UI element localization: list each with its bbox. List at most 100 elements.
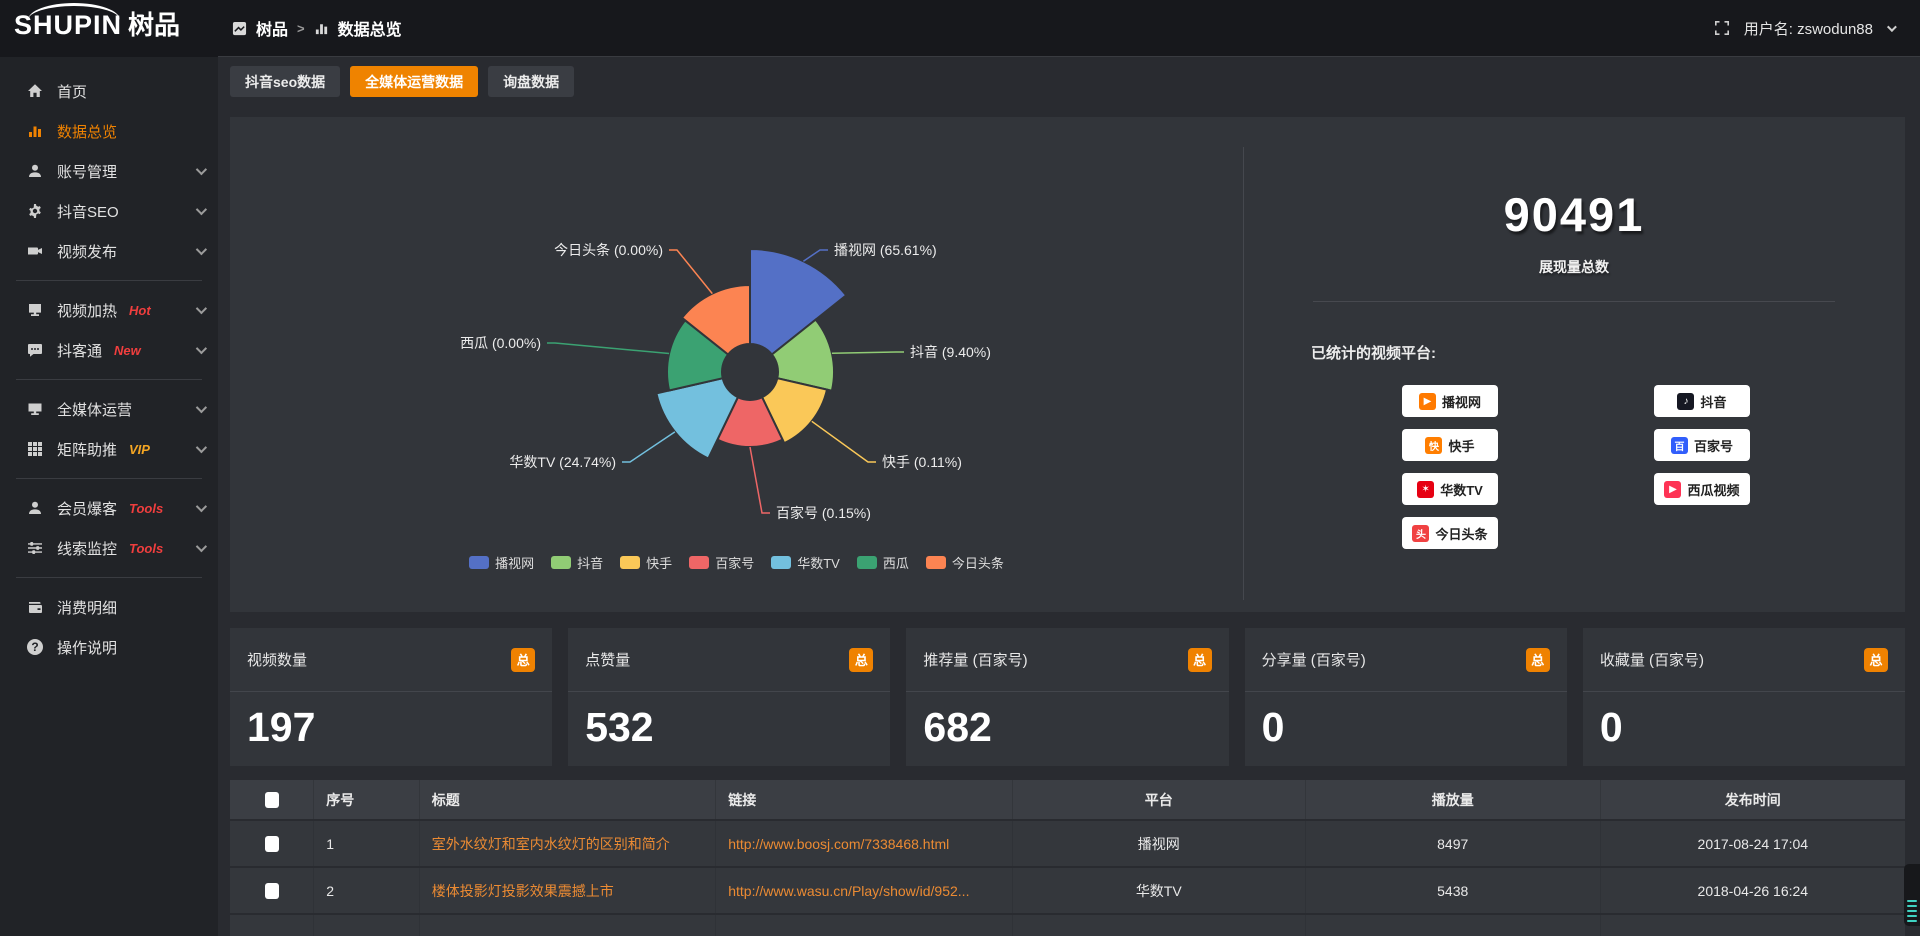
xigua-logo-icon: ▶ [1664,481,1681,498]
sidebar-divider [16,577,202,578]
sidebar-item-douyin-seo[interactable]: 抖音SEO [0,191,218,231]
sidebar-item-douketong[interactable]: 抖客通 New [0,330,218,370]
legend-swatch [926,556,946,569]
breadcrumb-current[interactable]: 数据总览 [338,16,402,40]
total-badge: 总 [849,648,873,672]
stat-value: 682 [906,692,1228,751]
stat-label: 点赞量 [585,649,630,670]
row-checkbox[interactable] [265,836,279,852]
legend-item[interactable]: 播视网 [469,553,534,572]
sidebar-item-label: 视频加热 [57,300,117,321]
breadcrumb: 树品 > 数据总览 [232,16,402,40]
legend-item[interactable]: 华数TV [771,553,840,572]
pie-slice-label: 西瓜 (0.00%) [460,335,541,351]
table-row: 2 楼体投影灯投影效果震撼上市 http://www.wasu.cn/Play/… [230,867,1905,914]
stat-value: 0 [1245,692,1567,751]
legend-item[interactable]: 快手 [620,553,672,572]
total-impressions-label: 展现量总数 [1243,257,1905,277]
rose-chart-area: 播视网 (65.61%)抖音 (9.40%)快手 (0.11%)百家号 (0.1… [230,117,1243,612]
video-url-link[interactable]: http://www.boosj.com/7338468.html [728,836,1011,852]
chevron-down-icon [196,501,207,512]
cell-no: 2 [314,867,420,914]
chevron-down-icon [1887,22,1897,32]
sidebar-item-lead-monitor[interactable]: 线索监控 Tools [0,528,218,568]
pie-label-line [812,421,876,462]
video-url-link[interactable]: http://www.wasu.cn/Play/show/id/952... [728,883,1011,899]
legend-swatch [771,556,791,569]
sidebar-item-home[interactable]: 首页 [0,71,218,111]
col-header-title: 标题 [419,780,715,820]
sidebar-menu: 首页 数据总览 账号管理 抖音SEO 视频发布 视频加热 Hot [0,57,218,667]
platform-wasu: ✶华数TV [1402,473,1498,505]
tools-badge: Tools [129,501,163,516]
sliders-icon [26,539,44,557]
question-icon: ? [26,638,44,656]
platforms-title: 已统计的视频平台: [1311,342,1905,363]
platform-toutiao: 头今日头条 [1402,517,1498,549]
select-all-checkbox[interactable] [265,792,279,808]
platform-douyin: ♪抖音 [1654,385,1750,417]
home-icon [26,82,44,100]
video-title-link[interactable]: 室外水纹灯和室内水纹灯的区别和简介 [432,834,715,854]
sidebar-item-account[interactable]: 账号管理 [0,151,218,191]
col-header-time: 发布时间 [1600,780,1905,820]
wasu-logo-icon: ✶ [1417,481,1434,498]
bar-chart-icon [26,122,44,140]
tools-badge: Tools [129,541,163,556]
chat-bubble-icon [26,341,44,359]
logo-text-en: SHUPIN [14,10,122,40]
widget-stripe [1907,905,1917,907]
tab-inquiry-data[interactable]: 询盘数据 [488,66,574,97]
sidebar-item-label: 数据总览 [57,121,117,142]
hot-badge: Hot [129,303,151,318]
widget-stripe [1907,900,1917,902]
tab-douyin-seo-data[interactable]: 抖音seo数据 [230,66,340,97]
sidebar-item-label: 会员爆客 [57,498,117,519]
logo-text-cn: 树品 [128,10,180,40]
row-checkbox[interactable] [265,883,279,899]
sidebar-item-video-publish[interactable]: 视频发布 [0,231,218,271]
fullscreen-icon[interactable] [1714,20,1730,36]
chevron-down-icon [196,244,207,255]
legend-label: 快手 [646,553,672,572]
video-title-link[interactable]: 楼体投影灯投影效果震撼上市 [432,881,715,901]
username-label[interactable]: 用户名: zswodun88 [1744,18,1873,39]
chevron-down-icon [196,541,207,552]
chevron-down-icon [196,204,207,215]
sidebar-item-video-heat[interactable]: 视频加热 Hot [0,290,218,330]
sidebar-item-help[interactable]: ? 操作说明 [0,627,218,667]
sidebar-item-matrix-boost[interactable]: 矩阵助推 VIP [0,429,218,469]
sidebar-item-data-overview[interactable]: 数据总览 [0,111,218,151]
screen-icon [26,301,44,319]
sidebar-item-label: 视频发布 [57,241,117,262]
stat-value: 0 [1583,692,1905,751]
breadcrumb-root[interactable]: 树品 [256,16,288,40]
gear-icon [26,202,44,220]
sidebar-item-spend-detail[interactable]: 消费明细 [0,587,218,627]
breadcrumb-separator: > [297,21,305,36]
pie-slice-label: 华数TV (24.74%) [509,454,616,470]
sidebar-item-member-burst[interactable]: 会员爆客 Tools [0,488,218,528]
platform-column-left: ▶播视网 快快手 ✶华数TV 头今日头条 [1402,385,1498,549]
sidebar-item-label: 抖音SEO [57,201,119,222]
legend-label: 今日头条 [952,553,1004,572]
legend-label: 播视网 [495,553,534,572]
platform-logos: ▶播视网 快快手 ✶华数TV 头今日头条 ♪抖音 百百家号 ▶西瓜视频 [1402,385,1905,549]
stat-label: 推荐量 (百家号) [923,649,1027,670]
sidebar-item-omnimedia[interactable]: 全媒体运营 [0,389,218,429]
platform-boosj: ▶播视网 [1402,385,1498,417]
rose-pie-chart[interactable]: 播视网 (65.61%)抖音 (9.40%)快手 (0.11%)百家号 (0.1… [230,117,1243,547]
stat-card-video-count: 视频数量总 197 [230,628,552,766]
pie-slice-label: 播视网 (65.61%) [834,242,937,258]
stat-label: 视频数量 [247,649,307,670]
legend-item[interactable]: 抖音 [551,553,603,572]
vip-badge: VIP [129,442,150,457]
tab-omnimedia-data[interactable]: 全媒体运营数据 [350,66,478,97]
douyin-logo-icon: ♪ [1677,393,1694,410]
legend-item[interactable]: 今日头条 [926,553,1004,572]
floating-contact-widget[interactable] [1904,864,1920,926]
legend-item[interactable]: 百家号 [689,553,754,572]
bar-chart-icon [314,21,329,36]
legend-item[interactable]: 西瓜 [857,553,909,572]
user-icon [26,162,44,180]
